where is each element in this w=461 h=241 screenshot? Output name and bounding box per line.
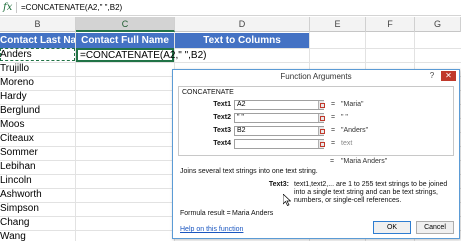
ok-button[interactable]: OK	[373, 221, 411, 234]
arg-label-text4: Text4	[213, 140, 231, 147]
cell-last-name[interactable]: Moos	[0, 118, 75, 132]
column-header-d[interactable]: D	[175, 17, 310, 32]
cell-last-name[interactable]: Lincoln	[0, 174, 75, 188]
collapse-dialog-icon[interactable]	[318, 127, 325, 135]
cell-last-name[interactable]: Hardy	[0, 90, 75, 104]
arg-equals: =	[331, 101, 336, 108]
cell-last-name[interactable]: Lebihan	[0, 160, 75, 174]
arg-equals: =	[331, 127, 336, 134]
function-arguments-dialog: Function Arguments ? ✕ CONCATENATE Text1…	[172, 69, 460, 239]
cell-last-name[interactable]: Chang	[0, 216, 75, 230]
arg-input-text2[interactable]: " "	[234, 113, 324, 123]
cell-last-name[interactable]: Moreno	[0, 76, 75, 90]
arg-help-text: text1,text2,... are 1 to 255 text string…	[294, 181, 448, 204]
cell-last-name[interactable]: Sommer	[0, 146, 75, 160]
cell-last-name[interactable]: Wang	[0, 230, 75, 241]
close-icon[interactable]: ✕	[441, 71, 456, 81]
active-cell-editor[interactable]: =CONCATENATE(A2," ",B2)	[76, 48, 206, 62]
help-on-function-link[interactable]: Help on this function	[180, 226, 243, 233]
help-icon[interactable]: ?	[427, 71, 437, 81]
gridline	[75, 32, 76, 241]
arg-result-text3: "Anders"	[341, 127, 369, 134]
header-cell-contact-last-name[interactable]: Contact Last Name	[0, 33, 75, 48]
arg-result-text2: " "	[341, 114, 348, 121]
cell-last-name[interactable]: Citeaux	[0, 132, 75, 146]
arg-input-text1[interactable]: A2	[234, 100, 324, 110]
arg-input-text3[interactable]: B2	[234, 126, 324, 136]
total-equals: =	[330, 158, 335, 165]
column-header-g[interactable]: G	[415, 17, 461, 32]
dialog-title: Function Arguments	[280, 72, 352, 81]
formula-result-label: Formula result =	[180, 210, 231, 217]
copy-marquee-b2	[0, 48, 75, 61]
mouse-pointer-icon	[283, 194, 291, 206]
arg-label-text3: Text3	[213, 127, 231, 134]
arg-label-text2: Text2	[213, 114, 231, 121]
cancel-button[interactable]: Cancel	[416, 221, 454, 234]
collapse-dialog-icon[interactable]	[318, 101, 325, 109]
arg-help-label: Text3:	[268, 181, 289, 188]
column-header-c[interactable]: C	[76, 17, 175, 32]
formula-bar: fx =CONCATENATE(A2," ",B2)	[0, 0, 461, 16]
cell-last-name[interactable]: Ashworth	[0, 188, 75, 202]
column-header-b[interactable]: B	[0, 17, 76, 32]
formula-input[interactable]: =CONCATENATE(A2," ",B2)	[21, 2, 122, 13]
arg-input-text4[interactable]	[234, 139, 324, 149]
function-description: Joins several text strings into one text…	[180, 168, 318, 175]
total-result: "Maria Anders"	[341, 158, 388, 165]
arg-equals: =	[331, 140, 336, 147]
formula-result-value: Maria Anders	[232, 210, 274, 217]
column-header-f[interactable]: F	[366, 17, 415, 32]
cell-last-name[interactable]: Berglund	[0, 104, 75, 118]
cell-last-name[interactable]: Trujillo	[0, 62, 75, 76]
cell-last-name[interactable]: Simpson	[0, 202, 75, 216]
column-header-e[interactable]: E	[310, 17, 366, 32]
arg-result-text1: "Maria"	[341, 101, 364, 108]
insert-function-icon[interactable]: fx	[3, 1, 15, 14]
arg-result-text4: text	[341, 140, 353, 147]
formula-bar-divider	[16, 2, 17, 13]
arg-equals: =	[331, 114, 336, 121]
collapse-dialog-icon[interactable]	[318, 140, 325, 148]
arg-label-text1: Text1	[213, 101, 231, 108]
collapse-dialog-icon[interactable]	[318, 114, 325, 122]
header-cell-text-to-columns[interactable]: Text to Columns	[175, 33, 309, 48]
header-cell-contact-full-name[interactable]: Contact Full Name	[76, 33, 174, 48]
function-name: CONCATENATE	[182, 89, 234, 96]
column-header-bar: B C D E F G	[0, 17, 461, 32]
